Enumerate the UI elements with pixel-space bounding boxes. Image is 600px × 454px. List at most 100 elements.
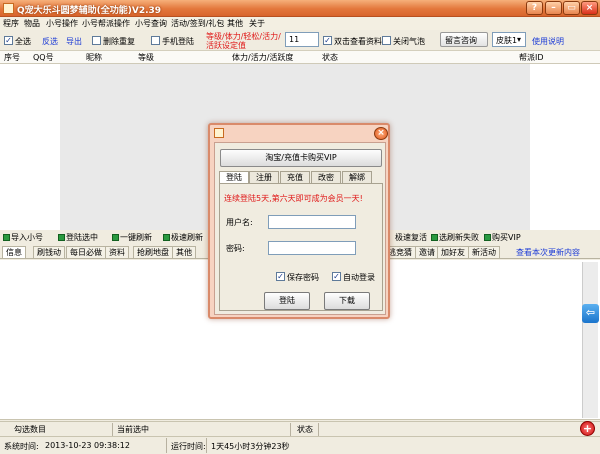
settings-value-input[interactable]: 11 — [285, 32, 319, 47]
login-selected-button[interactable]: 登陆选中 — [58, 232, 98, 243]
fast-refresh-label: 极速刷新 — [171, 233, 203, 242]
dialog-tab-unbind[interactable]: 解绑 — [342, 171, 372, 183]
menu-account-ops[interactable]: 小号操作 — [46, 18, 78, 29]
tab-info[interactable]: 信息 — [2, 246, 26, 258]
login-button[interactable]: 登陆 — [264, 292, 310, 310]
run-time-value: 1天45小时3分钟23秒 — [211, 442, 290, 451]
download-button[interactable]: 下载 — [324, 292, 370, 310]
fast-refresh-button[interactable]: 极速刷新 — [163, 232, 203, 243]
dialog-app-icon — [214, 128, 224, 138]
fast-refresh-icon — [163, 234, 170, 241]
tab-money[interactable]: 刷钱动 — [33, 246, 65, 258]
auto-login-label: 自动登录 — [343, 273, 375, 282]
menu-account-query[interactable]: 小号查询 — [135, 18, 167, 29]
menu-program[interactable]: 程序 — [3, 18, 19, 29]
sys-time-label: 系统时间: — [4, 442, 39, 451]
import-icon — [3, 234, 10, 241]
tab-other[interactable]: 其他 — [172, 246, 196, 258]
dialog-client: 淘宝/充值卡购买VIP 登陆 注册 充值 改密 解绑 连续登陆5天,第六天即可成… — [214, 142, 386, 315]
menu-events[interactable]: 活动/签到/礼包 — [171, 18, 224, 29]
tab-profile[interactable]: 资料 — [105, 246, 129, 258]
menu-bar: 程序 物品 小号操作 小号帮派操作 小号查询 活动/签到/礼包 其他 关于 — [0, 17, 600, 30]
select-failed-label: 选刷新失败 — [439, 233, 479, 242]
menu-guild-ops[interactable]: 小号帮派操作 — [82, 18, 130, 29]
dialog-tab-register[interactable]: 注册 — [249, 171, 279, 183]
status-bar: 系统时间: 2013-10-23 09:38:12 运行时间: 1天45小时3分… — [0, 436, 600, 454]
col-index[interactable]: 序号 — [4, 52, 20, 63]
save-password-checkbox[interactable]: ✓ — [276, 272, 285, 281]
menu-about[interactable]: 关于 — [249, 18, 265, 29]
feedback-button[interactable]: 留言咨询 — [440, 32, 488, 47]
menu-other[interactable]: 其他 — [227, 18, 243, 29]
save-password-label: 保存密码 — [287, 273, 319, 282]
dialog-tab-login[interactable]: 登陆 — [219, 171, 249, 183]
auto-login-checkbox[interactable]: ✓ — [332, 272, 341, 281]
help-link[interactable]: 使用说明 — [532, 36, 564, 47]
update-notes-link[interactable]: 查看本次更新内容 — [516, 247, 580, 258]
run-time-label: 运行时间: — [171, 442, 206, 451]
tab-territory[interactable]: 抢刷地盘 — [133, 246, 173, 258]
buy-vip-taobao-button[interactable]: 淘宝/充值卡购买VIP — [220, 149, 382, 167]
maximize-icon[interactable]: ▭ — [563, 1, 580, 15]
username-label: 用户名: — [226, 218, 253, 227]
invert-link[interactable]: 反选 — [42, 36, 58, 47]
buy-vip-button[interactable]: 购买VIP — [484, 232, 521, 243]
skin-select[interactable]: 皮肤1 ▾ — [492, 32, 526, 47]
title-bar: Q宠大乐斗圆梦辅助(全功能)V2.39 ? – ▭ × — [0, 0, 600, 17]
close-bubble-checkbox[interactable] — [382, 36, 391, 45]
tab-add-friend[interactable]: 加好友 — [437, 246, 469, 258]
col-stamina[interactable]: 体力/活力/活跃度 — [232, 52, 293, 63]
chevron-down-icon: ▾ — [517, 35, 522, 44]
failed-icon — [431, 234, 438, 241]
col-level[interactable]: 等级 — [138, 52, 154, 63]
dialog-tab-change-password[interactable]: 改密 — [311, 171, 341, 183]
password-label: 密码: — [226, 244, 245, 253]
dblclick-view-checkbox[interactable]: ✓ — [323, 36, 332, 45]
select-failed-button[interactable]: 选刷新失败 — [431, 232, 479, 243]
import-accounts-label: 导入小号 — [11, 233, 43, 242]
app-icon — [3, 3, 14, 14]
plus-icon[interactable]: + — [580, 421, 595, 436]
log-scrollbar[interactable] — [582, 262, 598, 418]
col-guild-id[interactable]: 帮派ID — [519, 52, 544, 63]
close-bubble-label: 关闭气泡 — [393, 37, 425, 46]
col-qq[interactable]: QQ号 — [33, 52, 54, 63]
fast-revive-label: 极速复活 — [395, 233, 427, 242]
phone-login-checkbox[interactable] — [151, 36, 160, 45]
selected-count-label: 勾选数目 — [14, 425, 46, 434]
minimize-icon[interactable]: – — [545, 1, 562, 15]
menu-items[interactable]: 物品 — [24, 18, 40, 29]
dedupe-label: 删除重复 — [103, 37, 135, 46]
username-input[interactable] — [268, 215, 356, 229]
export-link[interactable]: 导出 — [66, 36, 82, 47]
divider — [166, 438, 167, 453]
tab-new-event[interactable]: 新活动 — [468, 246, 500, 258]
tab-daily[interactable]: 每日必做 — [66, 246, 106, 258]
fast-revive-button[interactable]: 极速复活 — [395, 232, 427, 243]
arrow-left-icon[interactable]: ⇦ — [582, 304, 599, 323]
feedback-label: 留言咨询 — [445, 36, 477, 45]
select-all-label: 全选 — [15, 37, 31, 46]
settings-label-line2: 活跃设定值 — [206, 41, 246, 50]
help-icon[interactable]: ? — [526, 1, 543, 15]
sys-time-value: 2013-10-23 09:38:12 — [45, 441, 130, 450]
close-icon[interactable]: × — [374, 127, 388, 140]
buy-vip-label: 购买VIP — [492, 233, 521, 242]
login-tab-panel: 连续登陆5天,第六天即可成为会员一天! 用户名: 密码: ✓ 保存密码 ✓ 自动… — [219, 183, 383, 311]
refresh-icon — [112, 234, 119, 241]
col-nickname[interactable]: 昵称 — [86, 52, 102, 63]
col-status[interactable]: 状态 — [322, 52, 338, 63]
select-all-checkbox[interactable]: ✓ — [4, 36, 13, 45]
info-bar: 勾选数目 当前选中 状态 — [0, 421, 600, 438]
close-icon[interactable]: × — [581, 1, 598, 15]
login-notice: 连续登陆5天,第六天即可成为会员一天! — [224, 194, 363, 203]
phone-login-label: 手机登陆 — [162, 37, 194, 46]
password-input[interactable] — [268, 241, 356, 255]
one-click-refresh-button[interactable]: 一键刷新 — [112, 232, 152, 243]
vip-icon — [484, 234, 491, 241]
dedupe-checkbox[interactable] — [92, 36, 101, 45]
status-label: 状态 — [297, 425, 313, 434]
tab-invite[interactable]: 邀请 — [415, 246, 439, 258]
import-accounts-button[interactable]: 导入小号 — [3, 232, 43, 243]
dialog-tab-recharge[interactable]: 充值 — [280, 171, 310, 183]
